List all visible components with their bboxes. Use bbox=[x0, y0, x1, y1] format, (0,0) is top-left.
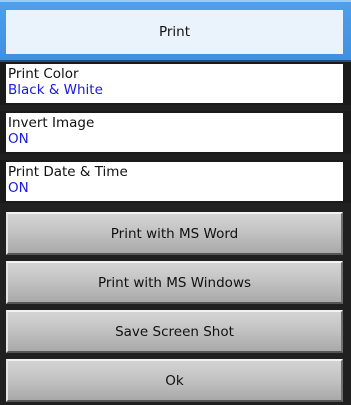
invert-image-label: Invert Image bbox=[8, 115, 95, 131]
print-date-time-setting[interactable]: Print Date & Time ON bbox=[0, 160, 351, 203]
ok-button[interactable]: Ok bbox=[6, 359, 343, 402]
print-date-time-box[interactable]: Print Date & Time ON bbox=[6, 162, 343, 201]
save-screenshot-button[interactable]: Save Screen Shot bbox=[6, 310, 343, 353]
print-date-time-value: ON bbox=[8, 180, 29, 196]
print-ms-word-button[interactable]: Print with MS Word bbox=[6, 212, 343, 255]
print-title: Print bbox=[6, 10, 343, 54]
print-color-box[interactable]: Print Color Black & White bbox=[6, 64, 343, 103]
invert-image-box[interactable]: Invert Image ON bbox=[6, 113, 343, 152]
print-date-time-label: Print Date & Time bbox=[8, 164, 128, 180]
print-color-setting[interactable]: Print Color Black & White bbox=[0, 62, 351, 105]
print-color-value: Black & White bbox=[8, 82, 103, 98]
invert-image-setting[interactable]: Invert Image ON bbox=[0, 111, 351, 154]
print-menu-panel: Print Print Color Black & White Invert I… bbox=[0, 0, 351, 405]
print-ms-windows-button[interactable]: Print with MS Windows bbox=[6, 261, 343, 304]
print-header: Print bbox=[0, 0, 351, 62]
print-color-label: Print Color bbox=[8, 66, 79, 82]
invert-image-value: ON bbox=[8, 131, 29, 147]
